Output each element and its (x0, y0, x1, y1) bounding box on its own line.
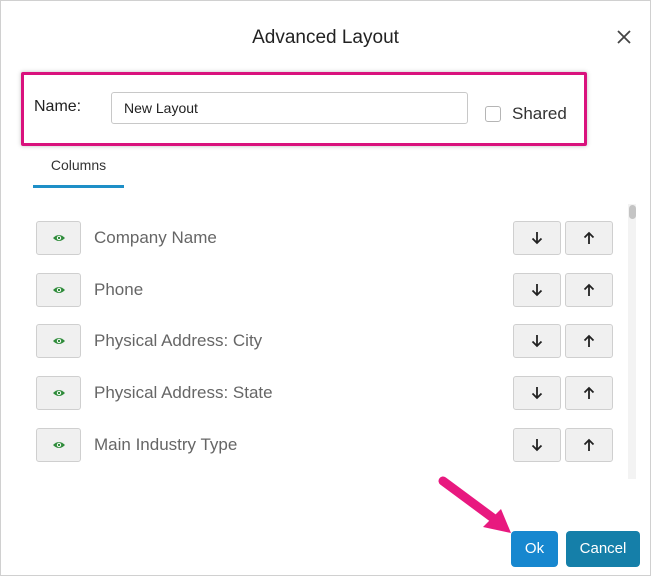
move-up-button[interactable] (565, 428, 613, 462)
name-label: Name: (34, 98, 82, 115)
eye-icon (52, 442, 65, 448)
move-down-button[interactable] (513, 221, 561, 255)
column-label: Physical Address: City (94, 331, 263, 350)
move-down-button[interactable] (513, 376, 561, 410)
arrow-down-icon (531, 387, 543, 400)
move-up-button[interactable] (565, 376, 613, 410)
shared-label: Shared (512, 104, 567, 123)
dialog-title: Advanced Layout (252, 27, 399, 48)
arrow-up-icon (583, 386, 595, 399)
pink-arrow-annotation (438, 476, 511, 533)
eye-icon (52, 287, 65, 293)
close-icon[interactable] (614, 27, 634, 47)
move-down-button[interactable] (513, 324, 561, 358)
eye-icon (52, 390, 65, 396)
arrow-up-icon (583, 283, 595, 296)
move-up-button[interactable] (565, 221, 613, 255)
eye-icon (52, 338, 65, 344)
toggle-visibility-button[interactable] (36, 376, 81, 410)
arrow-up-icon (583, 334, 595, 347)
ok-button[interactable]: Ok (511, 531, 558, 567)
active-tab-indicator (33, 185, 124, 188)
move-up-button[interactable] (565, 324, 613, 358)
toggle-visibility-button[interactable] (36, 273, 81, 307)
toggle-visibility-button[interactable] (36, 221, 81, 255)
eye-icon (52, 235, 65, 241)
move-up-button[interactable] (565, 273, 613, 307)
list-item: Phone (27, 273, 633, 307)
toggle-visibility-button[interactable] (36, 428, 81, 462)
arrow-up-icon (583, 438, 595, 451)
cancel-button[interactable]: Cancel (566, 531, 640, 567)
column-label: Phone (94, 280, 144, 299)
move-down-button[interactable] (513, 273, 561, 307)
arrow-down-icon (531, 335, 543, 348)
column-label: Main Industry Type (94, 435, 238, 454)
arrow-down-icon (531, 439, 543, 452)
toggle-visibility-button[interactable] (36, 324, 81, 358)
column-label: Physical Address: State (94, 383, 273, 402)
arrow-down-icon (531, 232, 543, 245)
list-item: Physical Address: State (27, 376, 633, 410)
arrow-up-icon (583, 231, 595, 244)
column-label: Company Name (94, 228, 217, 247)
layout-name-input[interactable] (111, 92, 468, 124)
shared-checkbox[interactable] (485, 106, 501, 122)
columns-list: Company Name Phone Physical Address: Cit… (27, 201, 633, 479)
list-item: Company Name (27, 221, 633, 255)
advanced-layout-dialog: Advanced Layout Name: Shared Columns Com… (0, 0, 651, 576)
move-down-button[interactable] (513, 428, 561, 462)
tab-columns-label: Columns (50, 157, 107, 173)
arrow-down-icon (531, 284, 543, 297)
tab-columns[interactable]: Columns (33, 156, 124, 188)
list-item: Physical Address: City (27, 324, 633, 358)
list-item: Main Industry Type (27, 428, 633, 462)
